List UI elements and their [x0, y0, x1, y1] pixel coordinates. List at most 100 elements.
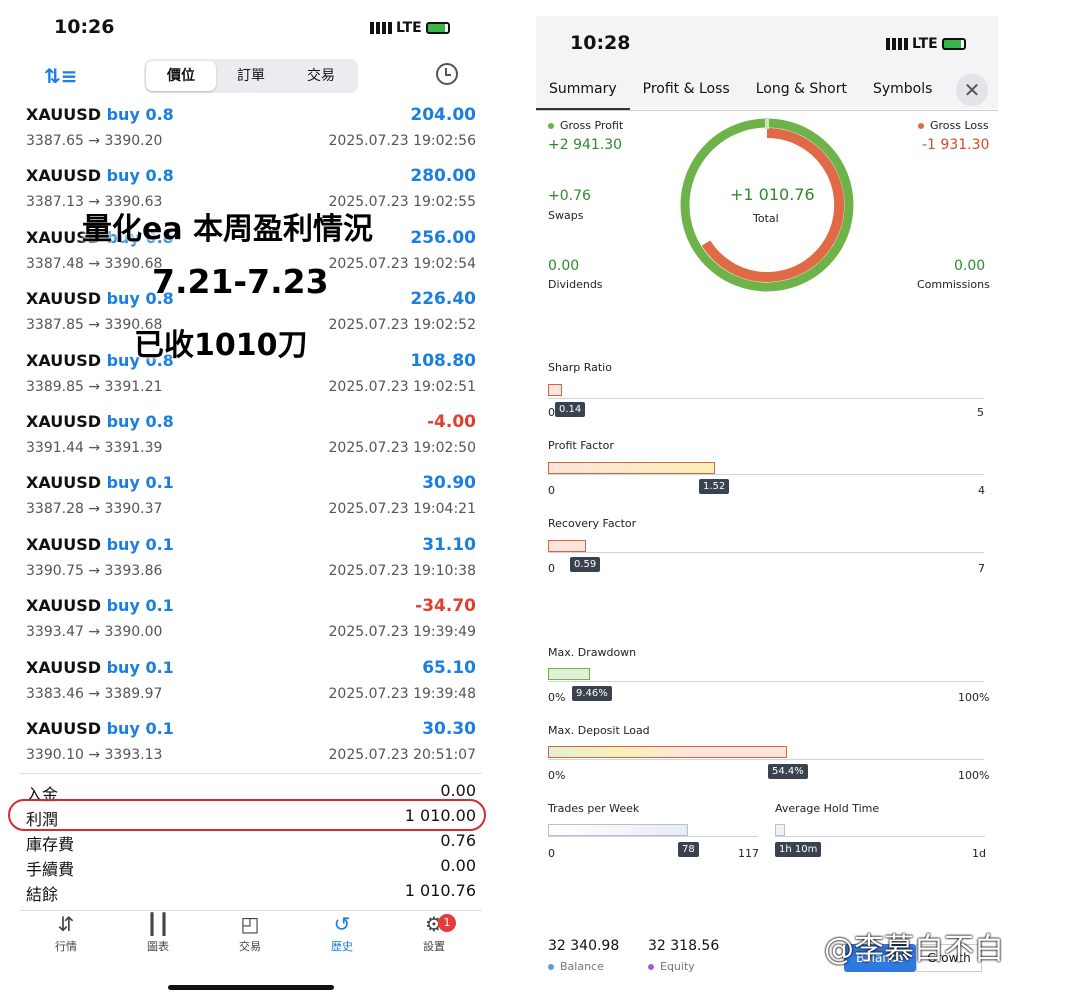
highlight-oval: [8, 799, 486, 831]
sharp-ratio-track: [548, 398, 984, 399]
trade-time: 2025.07.23 19:02:51: [328, 378, 477, 395]
trade-row[interactable]: XAUUSD buy 0.8 204.00 3387.65 → 3390.20 202…: [26, 105, 476, 167]
trade-profit: -4.00: [427, 412, 476, 432]
trade-profit: 30.30: [422, 719, 476, 739]
equity-value: 32 318.56: [648, 938, 720, 954]
segmented-control: 價位 訂單 交易: [144, 59, 358, 93]
trade-time: 2025.07.23 19:39:49: [328, 624, 477, 641]
tab-profit-loss[interactable]: Profit & Loss: [630, 78, 743, 110]
summary-row: 手續費 0.00: [26, 856, 476, 880]
tab-long-short[interactable]: Long & Short: [743, 78, 860, 110]
nav-label: 交易: [239, 940, 261, 953]
status-time: 10:28: [570, 32, 631, 54]
trades-week-bar: [548, 824, 688, 836]
max-drawdown-min: 0%: [548, 691, 566, 704]
trade-prices: 3387.28 → 3390.37: [26, 501, 163, 518]
trade-row[interactable]: XAUUSD buy 0.8 -4.00 3391.44 → 3391.39 2025…: [26, 412, 476, 474]
status-indicators: LTE: [370, 20, 450, 36]
trade-row[interactable]: XAUUSD buy 0.1 31.10 3390.75 → 3393.86 2025…: [26, 535, 476, 597]
tab-orders[interactable]: 訂單: [216, 61, 286, 91]
nav-charts[interactable]: ┃┃ 圖表: [112, 910, 204, 970]
nav-history[interactable]: ↺ 歷史: [296, 910, 388, 970]
trades-week-track: [548, 836, 758, 837]
trade-symbol: XAUUSD buy 0.8: [26, 412, 174, 431]
network-label: LTE: [396, 20, 422, 36]
trade-symbol: XAUUSD buy 0.1: [26, 657, 174, 677]
nav-label: 歷史: [331, 940, 353, 953]
blue-dot-icon: [548, 964, 554, 970]
battery-icon: [941, 38, 966, 50]
trade-profit: 226.40: [410, 289, 476, 310]
gross-loss-label: Gross Loss: [918, 119, 989, 132]
profit-factor-min: 0: [548, 484, 555, 497]
trade-row[interactable]: XAUUSD buy 0.1 30.90 3387.28 → 3390.37 2025…: [26, 473, 476, 535]
summary-label: 結餘: [26, 885, 59, 904]
trade-prices: 3390.75 → 3393.86: [26, 562, 163, 579]
trade-profit: 280.00: [410, 166, 476, 187]
clock-icon[interactable]: [436, 63, 458, 85]
close-button[interactable]: ✕: [956, 74, 988, 106]
history-screen: 10:26 LTE ⇅≡ 價位 訂單 交易 XAUUSD buy 0.8 204.…: [0, 0, 500, 1002]
trade-time: 2025.07.23 19:10:38: [328, 562, 477, 579]
trade-row[interactable]: XAUUSD buy 0.1 30.30 3390.10 → 3393.13 2025…: [26, 719, 476, 781]
notification-badge: 1: [438, 914, 456, 932]
sharp-ratio-label: Sharp Ratio: [548, 361, 612, 374]
sort-icon[interactable]: ⇅≡: [44, 64, 78, 88]
trade-row[interactable]: XAUUSD buy 0.1 65.10 3383.46 → 3389.97 2025…: [26, 658, 476, 720]
loss-arc: [701, 127, 845, 282]
chart-icon: ◰: [240, 912, 260, 936]
trade-prices: 3383.46 → 3389.97: [26, 685, 163, 702]
trade-time: 2025.07.23 19:02:54: [328, 255, 477, 272]
profit-ring: [680, 118, 854, 292]
trade-prices: 3387.65 → 3390.20: [26, 133, 163, 149]
nav-quotes[interactable]: ⇵ 行情: [20, 910, 112, 970]
recovery-factor-bar: [548, 540, 586, 552]
sharp-ratio-max: 5: [977, 406, 984, 419]
nav-trade[interactable]: ◰ 交易: [204, 910, 296, 970]
trades-week-label: Trades per Week: [548, 802, 640, 815]
trade-row[interactable]: XAUUSD buy 0.1 -34.70 3393.47 → 3390.00 202…: [26, 596, 476, 658]
trade-profit: 30.90: [422, 473, 476, 494]
max-deposit-load-track: [548, 759, 984, 760]
summary-label: 手續費: [26, 860, 75, 879]
recovery-factor-value: 0.59: [570, 557, 601, 572]
hold-time-value: 1h 10m: [775, 842, 822, 857]
tab-summary[interactable]: Summary: [536, 78, 630, 110]
trade-symbol: XAUUSD buy 0.8: [26, 166, 174, 186]
trade-symbol: XAUUSD buy 0.1: [26, 534, 174, 554]
arrows-icon: ⇵: [57, 912, 75, 936]
tab-positions[interactable]: 價位: [146, 61, 216, 91]
max-deposit-load-max: 100%: [958, 769, 990, 782]
trade-prices: 3387.48 → 3390.68: [26, 255, 163, 272]
purple-dot-icon: [648, 964, 654, 970]
max-drawdown-bar: [548, 668, 590, 680]
trade-time: 2025.07.23 19:04:21: [328, 501, 477, 518]
trade-time: 2025.07.23 19:39:48: [328, 685, 477, 702]
summary-value: 1 010.76: [404, 881, 476, 900]
commissions-label: Commissions: [917, 278, 990, 291]
recovery-factor-track: [548, 552, 984, 553]
equity-label: Equity: [648, 960, 695, 973]
report-screen: 10:28 LTE Summary Profit & Loss Long & S…: [536, 16, 998, 1002]
recovery-factor-min: 0: [548, 562, 555, 575]
nav-settings[interactable]: ⚙ 設置 1: [388, 910, 480, 970]
profit-factor-value: 1.52: [699, 479, 730, 494]
trade-prices: 3391.44 → 3391.39: [26, 440, 163, 456]
trade-symbol: XAUUSD buy 0.1: [26, 473, 174, 493]
gross-profit-value: +2 941.30: [548, 137, 623, 153]
trade-prices: 3389.85 → 3391.21: [26, 378, 163, 395]
signal-icon: [370, 22, 392, 34]
trade-symbol: XAUUSD buy 0.8: [26, 105, 174, 124]
summary-value: 0.76: [440, 831, 476, 850]
status-indicators: LTE: [886, 36, 966, 52]
tab-symbols[interactable]: Symbols: [860, 78, 945, 110]
profit-factor-max: 4: [978, 484, 985, 497]
trade-profit: 65.10: [422, 657, 476, 678]
gross-profit-label: Gross Profit: [548, 119, 623, 132]
summary-value: 0.00: [440, 856, 476, 875]
report-tabs: Summary Profit & Loss Long & Short Symbo…: [536, 78, 998, 110]
history-icon: ↺: [333, 912, 351, 936]
overlay-earned: 已收1010刀: [134, 328, 308, 363]
tab-deals[interactable]: 交易: [286, 61, 356, 91]
recovery-factor-max: 7: [978, 562, 985, 575]
